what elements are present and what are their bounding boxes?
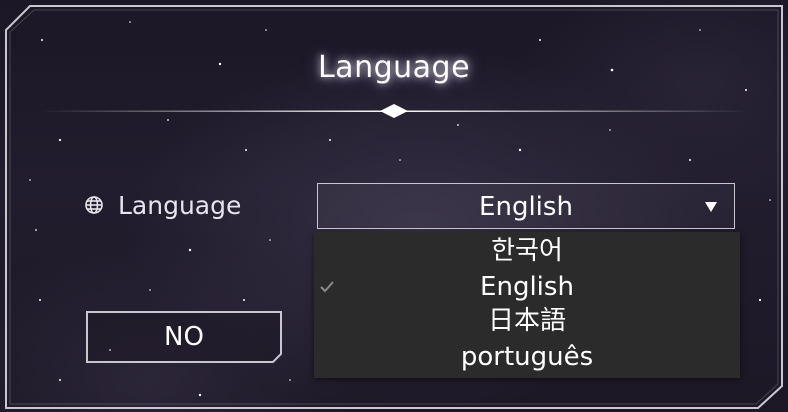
option-english[interactable]: English	[314, 269, 740, 305]
option-portuguese[interactable]: português	[314, 339, 740, 375]
dialog-title: Language	[317, 50, 471, 85]
option-korean[interactable]: 한국어	[314, 233, 740, 269]
language-select-value: English	[479, 192, 573, 222]
language-select[interactable]: English	[317, 183, 735, 229]
language-setting-label: Language	[118, 190, 242, 220]
caret-down-icon	[705, 202, 717, 212]
option-english-label: English	[480, 272, 574, 302]
no-button[interactable]: NO	[86, 311, 282, 363]
no-button-label: NO	[164, 322, 204, 352]
option-japanese[interactable]: 日本語	[314, 303, 740, 339]
globe-icon	[85, 196, 103, 214]
language-setting-row: Language	[84, 188, 241, 222]
language-dropdown: 한국어 English 日本語 português	[314, 232, 740, 378]
title-divider	[40, 104, 750, 118]
check-icon	[320, 281, 334, 293]
